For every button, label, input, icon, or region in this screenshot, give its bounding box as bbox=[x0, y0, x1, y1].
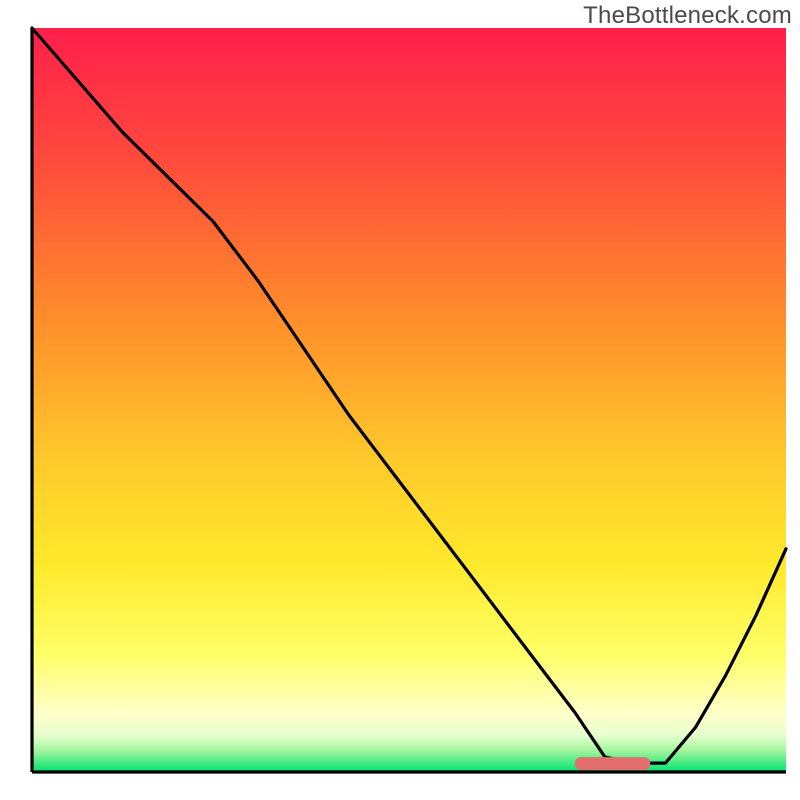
chart-container: TheBottleneck.com bbox=[0, 0, 800, 800]
gradient-background bbox=[32, 28, 786, 772]
chart-svg bbox=[0, 0, 800, 800]
optimum-marker bbox=[575, 757, 650, 770]
plot-area bbox=[32, 28, 786, 772]
watermark-text: TheBottleneck.com bbox=[583, 2, 792, 30]
